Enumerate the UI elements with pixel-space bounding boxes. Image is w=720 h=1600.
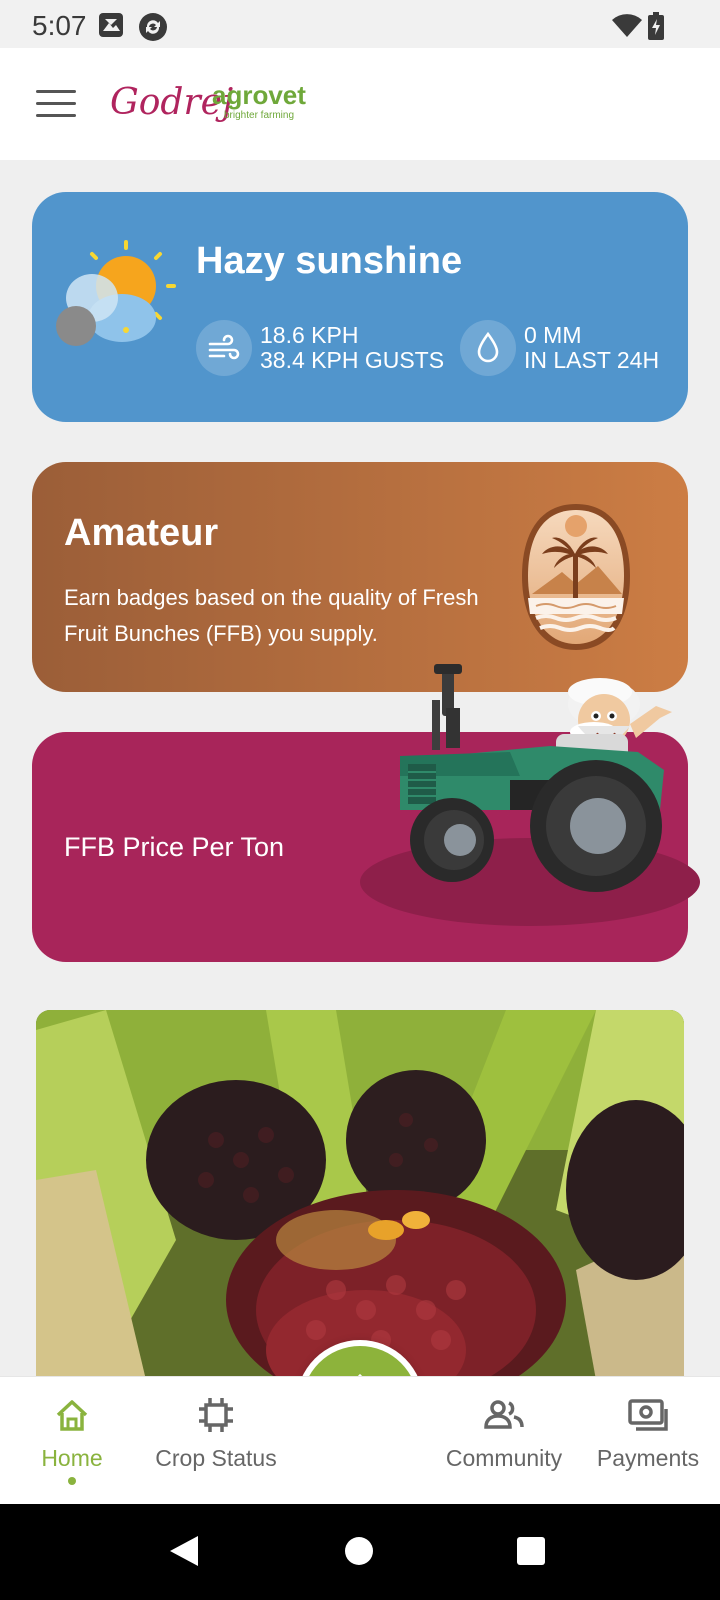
nav-crop-status[interactable]: Crop Status xyxy=(144,1377,288,1505)
bottom-navigation: Home Crop Status Community Payments xyxy=(0,1376,720,1504)
crop-status-icon xyxy=(196,1395,236,1440)
recents-icon[interactable] xyxy=(516,1536,546,1571)
wind-speed: 18.6 KPH xyxy=(260,322,359,348)
status-bar: 5:07 xyxy=(0,0,720,48)
palm-fruit-banner-image[interactable] xyxy=(36,1010,684,1380)
battery-icon xyxy=(648,12,664,45)
weather-condition: Hazy sunshine xyxy=(196,240,463,282)
weather-card[interactable]: Hazy sunshine 18.6 KPH 38.4 KPH GUSTS 0 … xyxy=(32,192,688,422)
active-indicator-dot xyxy=(68,1477,76,1485)
app-bar: Godrej agrovet brighter farming xyxy=(0,48,720,160)
precip-amount: 0 MM xyxy=(524,322,582,348)
nav-crop-status-label: Crop Status xyxy=(155,1445,277,1471)
community-icon xyxy=(482,1395,526,1440)
farmer-tractor-illustration xyxy=(360,660,700,930)
nav-home-label: Home xyxy=(41,1445,103,1471)
hamburger-menu-icon[interactable] xyxy=(36,90,76,118)
status-time: 5:07 xyxy=(32,10,87,41)
logo-tagline: brighter farming xyxy=(224,110,294,121)
badge-card[interactable]: Amateur Earn badges based on the quality… xyxy=(32,462,688,692)
price-label: FFB Price Per Ton xyxy=(64,832,285,862)
back-icon[interactable] xyxy=(168,1534,200,1573)
nav-payments[interactable]: Payments xyxy=(576,1377,720,1505)
wind-gusts: 38.4 KPH GUSTS xyxy=(260,347,445,373)
wifi-icon xyxy=(612,14,642,43)
godrej-agrovet-logo: Godrej agrovet brighter farming xyxy=(110,74,320,134)
gallery-icon xyxy=(98,12,124,43)
nav-community-label: Community xyxy=(445,1445,563,1471)
home-circle-icon[interactable] xyxy=(344,1536,374,1571)
badge-description: Earn badges based on the quality of Fres… xyxy=(64,585,479,646)
home-icon xyxy=(52,1395,92,1440)
nav-community[interactable]: Community xyxy=(432,1377,576,1505)
system-navigation-bar xyxy=(0,1504,720,1600)
nav-payments-label: Payments xyxy=(596,1445,700,1471)
raindrop-icon xyxy=(460,320,516,376)
sync-icon xyxy=(138,12,168,47)
partly-cloudy-icon xyxy=(52,236,182,361)
payments-icon xyxy=(626,1395,670,1440)
logo-agrovet-text: agrovet xyxy=(212,80,306,110)
palm-badge-icon xyxy=(518,502,634,657)
badge-title: Amateur xyxy=(64,512,219,554)
precip-period: IN LAST 24H xyxy=(524,347,660,373)
nav-home[interactable]: Home xyxy=(0,1377,144,1505)
wind-icon xyxy=(196,320,252,376)
